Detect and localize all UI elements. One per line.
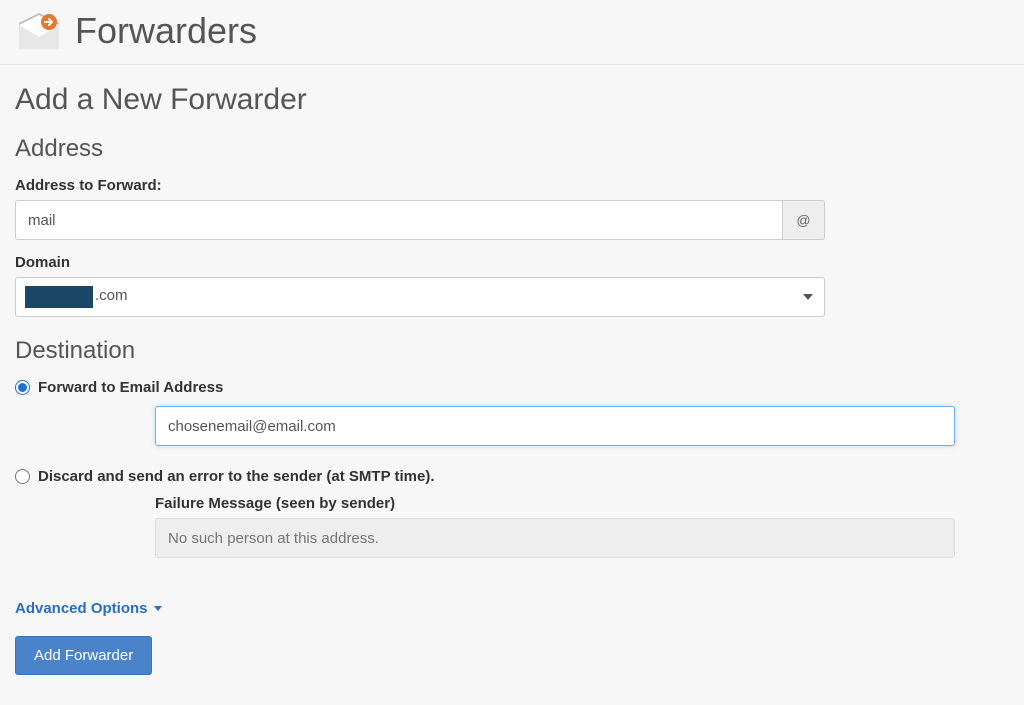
at-symbol-addon: @ bbox=[783, 200, 825, 240]
domain-select-wrap: .com bbox=[15, 277, 825, 317]
domain-group: Domain .com bbox=[15, 254, 1009, 317]
failure-message-label: Failure Message (seen by sender) bbox=[155, 495, 955, 512]
discard-radio[interactable] bbox=[15, 469, 30, 484]
failure-message-input[interactable] bbox=[155, 518, 955, 558]
forward-email-input[interactable] bbox=[155, 406, 955, 446]
forward-email-indent bbox=[155, 406, 955, 446]
forward-radio-label: Forward to Email Address bbox=[38, 379, 223, 396]
address-to-forward-input[interactable] bbox=[15, 200, 783, 240]
forward-radio-row: Forward to Email Address bbox=[15, 379, 1009, 396]
content-area: Add a New Forwarder Address Address to F… bbox=[0, 65, 1024, 705]
forwarders-envelope-icon bbox=[15, 11, 63, 51]
destination-section: Destination Forward to Email Address Dis… bbox=[15, 337, 1009, 558]
address-to-forward-group: Address to Forward: @ bbox=[15, 177, 1009, 240]
address-input-group: @ bbox=[15, 200, 825, 240]
address-section-title: Address bbox=[15, 135, 1009, 163]
page-header: Forwarders bbox=[0, 0, 1024, 65]
destination-section-title: Destination bbox=[15, 337, 1009, 365]
forward-option-block: Forward to Email Address bbox=[15, 379, 1009, 446]
discard-radio-label: Discard and send an error to the sender … bbox=[38, 468, 434, 485]
page-title: Forwarders bbox=[75, 10, 257, 52]
forward-radio[interactable] bbox=[15, 380, 30, 395]
caret-down-icon bbox=[154, 606, 162, 611]
domain-label: Domain bbox=[15, 254, 1009, 271]
advanced-options-label: Advanced Options bbox=[15, 600, 148, 617]
discard-radio-row: Discard and send an error to the sender … bbox=[15, 468, 1009, 485]
failure-message-indent: Failure Message (seen by sender) bbox=[155, 495, 955, 558]
add-forwarder-button[interactable]: Add Forwarder bbox=[15, 636, 152, 675]
form-subtitle: Add a New Forwarder bbox=[15, 83, 1009, 117]
advanced-options-toggle[interactable]: Advanced Options bbox=[15, 600, 162, 617]
discard-option-block: Discard and send an error to the sender … bbox=[15, 468, 1009, 558]
address-to-forward-label: Address to Forward: bbox=[15, 177, 1009, 194]
domain-select[interactable] bbox=[15, 277, 825, 317]
